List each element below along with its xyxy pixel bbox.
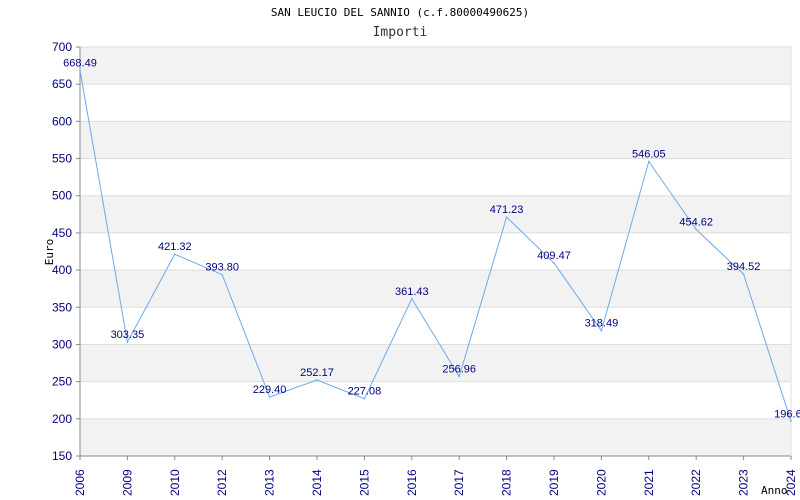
x-tick-label: 2015 bbox=[357, 469, 371, 496]
x-tick-label: 2010 bbox=[168, 469, 182, 496]
x-tick-label: 2013 bbox=[263, 469, 277, 496]
data-label: 227.08 bbox=[348, 386, 382, 398]
y-tick-label: 650 bbox=[52, 77, 72, 91]
data-label: 361.43 bbox=[395, 286, 429, 298]
data-label: 668.49 bbox=[63, 57, 97, 69]
data-point bbox=[553, 262, 555, 264]
data-point bbox=[648, 160, 650, 163]
data-label: 409.47 bbox=[537, 250, 571, 262]
y-tick-label: 450 bbox=[52, 226, 72, 240]
data-point bbox=[126, 341, 129, 343]
data-label: 303.35 bbox=[111, 329, 145, 341]
data-point bbox=[742, 273, 745, 275]
y-tick-label: 550 bbox=[52, 152, 72, 166]
grid-band bbox=[80, 344, 791, 382]
chart-stage: SAN LEUCIO DEL SANNIO (c.f.80000490625) … bbox=[0, 0, 800, 500]
data-label: 471.23 bbox=[490, 204, 524, 216]
y-axis-label: Euro bbox=[43, 239, 56, 266]
data-point bbox=[600, 329, 603, 332]
y-tick-label: 300 bbox=[52, 337, 72, 351]
x-tick-label: 2006 bbox=[73, 469, 87, 496]
x-tick-label: 2021 bbox=[642, 469, 656, 496]
x-tick-label: 2009 bbox=[120, 469, 134, 496]
y-tick-label: 350 bbox=[52, 300, 72, 314]
x-axis-ticks: 2006 2009 2010 2012 2013 2014 2015 2016 2017 2018… bbox=[73, 456, 798, 496]
data-label: 318.49 bbox=[585, 318, 619, 330]
x-tick-label: 2019 bbox=[547, 469, 561, 496]
x-tick-label: 2018 bbox=[500, 469, 514, 496]
grid-band bbox=[80, 121, 791, 159]
data-point bbox=[268, 396, 271, 398]
x-tick-label: 2020 bbox=[594, 469, 608, 496]
y-tick-label: 600 bbox=[52, 114, 72, 128]
data-point bbox=[221, 273, 223, 276]
y-tick-label: 200 bbox=[52, 412, 72, 426]
grid-band bbox=[80, 418, 791, 456]
x-axis-label: Anno bbox=[761, 484, 788, 497]
data-label: 421.32 bbox=[158, 241, 192, 253]
y-tick-label: 250 bbox=[52, 375, 72, 389]
data-label: 256.96 bbox=[442, 363, 476, 375]
data-label: 546.05 bbox=[632, 148, 666, 160]
data-point bbox=[363, 397, 366, 400]
data-point bbox=[411, 297, 413, 300]
x-tick-label: 2022 bbox=[689, 469, 703, 496]
data-label: 196.69 bbox=[774, 408, 800, 420]
data-point bbox=[695, 228, 697, 231]
grid-band bbox=[80, 47, 791, 85]
y-tick-label: 150 bbox=[52, 449, 72, 463]
grid-band bbox=[80, 270, 791, 308]
x-tick-label: 2012 bbox=[215, 469, 229, 496]
data-label: 394.52 bbox=[727, 261, 761, 273]
y-tick-label: 700 bbox=[52, 40, 72, 54]
data-point bbox=[79, 69, 81, 72]
x-tick-label: 2016 bbox=[405, 469, 419, 496]
x-tick-label: 2017 bbox=[452, 469, 466, 496]
data-point bbox=[790, 420, 792, 423]
x-tick-label: 2014 bbox=[310, 469, 324, 496]
data-point bbox=[174, 253, 176, 256]
y-tick-label: 500 bbox=[52, 189, 72, 203]
line-chart: 150200250300350400450500550600650700 200… bbox=[43, 40, 800, 497]
data-label: 393.80 bbox=[205, 262, 239, 274]
x-tick-label: 2023 bbox=[737, 469, 751, 496]
data-point bbox=[316, 379, 318, 381]
data-label: 252.17 bbox=[300, 367, 334, 379]
data-point bbox=[505, 216, 508, 218]
data-label: 454.62 bbox=[679, 216, 713, 228]
data-point bbox=[458, 375, 461, 378]
data-label: 229.40 bbox=[253, 384, 287, 396]
